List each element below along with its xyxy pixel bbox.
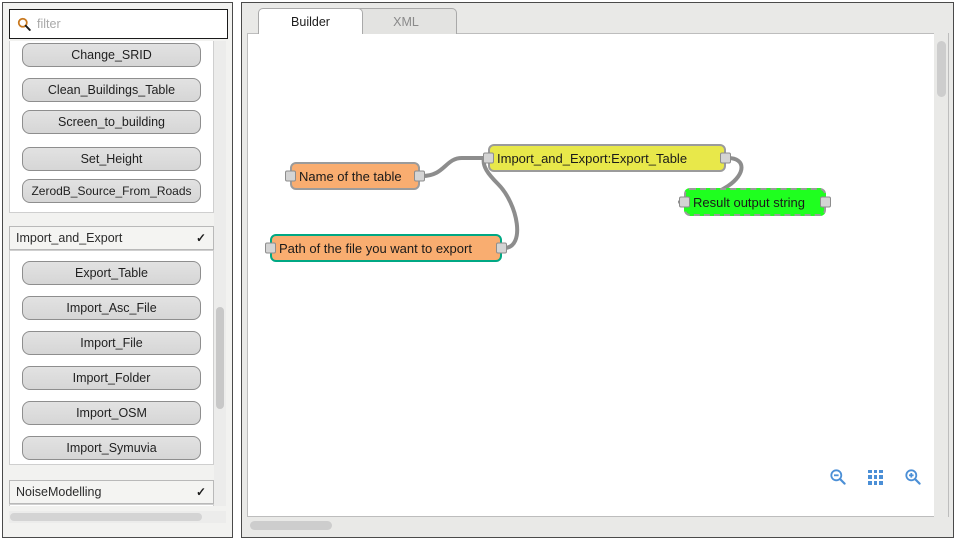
node-output-port[interactable] [496,242,507,254]
canvas-horizontal-scroll-thumb[interactable] [250,521,332,530]
wire-name-of-table-to-export [420,156,486,178]
node-result-output-string[interactable]: Result output string [679,188,831,216]
processing-groups-scroll-area[interactable]: Change_SRID Clean_Buildings_Table Screen… [9,41,228,506]
search-icon [17,17,31,31]
chevron-down-icon: ✓ [195,485,206,499]
sidebar-horizontal-scroll-thumb[interactable] [10,513,202,521]
processing-item-import-asc-file[interactable]: Import_Asc_File [22,296,201,320]
processing-item-set-height[interactable]: Set_Height [22,147,201,171]
processing-item-import-osm[interactable]: Import_OSM [22,401,201,425]
group-header-label: Import_and_Export [16,231,123,245]
sidebar-vertical-scrollbar[interactable] [214,41,226,506]
editor-tabbar: Builder XML [242,3,953,34]
group-header-label: NoiseModelling [16,485,102,499]
zoom-fit-grid-icon[interactable] [868,469,883,485]
tab-builder[interactable]: Builder [258,8,363,34]
group-header-noisemodelling[interactable]: NoiseModelling ✓ [9,480,214,504]
node-output-port[interactable] [414,170,425,182]
connection-wires [420,156,744,250]
canvas-zoom-controls [829,468,922,486]
node-input-port[interactable] [285,170,296,182]
zoom-out-icon[interactable] [829,468,847,486]
node-input-port[interactable] [679,196,690,208]
processing-item-export-table[interactable]: Export_Table [22,261,201,285]
processing-item-import-file[interactable]: Import_File [22,331,201,355]
chevron-down-icon: ✓ [195,231,206,245]
canvas-horizontal-scrollbar[interactable] [247,518,949,532]
canvas-vertical-scrollbar[interactable] [934,33,948,517]
node-name-of-the-table[interactable]: Name of the table [285,162,425,190]
node-path-of-the-file[interactable]: Path of the file you want to export [265,234,507,262]
search-input[interactable] [37,17,217,31]
node-label: Result output string [693,194,806,210]
processing-item-import-folder[interactable]: Import_Folder [22,366,201,390]
node-input-port[interactable] [483,152,494,164]
model-canvas[interactable]: Name of the table Path of the file you w… [247,33,949,517]
group-header-import-and-export[interactable]: Import_and_Export ✓ [9,226,214,250]
tab-xml[interactable]: XML [355,8,457,34]
processing-item-clean-buildings[interactable]: Clean_Buildings_Table [22,78,201,102]
node-import-and-export-export-table[interactable]: Import_and_Export:Export_Table [483,144,731,172]
filter-search-box[interactable] [9,9,228,39]
processing-toolbox-panel: Change_SRID Clean_Buildings_Table Screen… [2,2,233,538]
node-label: Import_and_Export:Export_Table [497,150,688,166]
workflow-builder-window: Change_SRID Clean_Buildings_Table Screen… [0,0,956,540]
processing-item-screen-to-building[interactable]: Screen_to_building [22,110,201,134]
processing-item-import-symuvia[interactable]: Import_Symuvia [22,436,201,460]
node-output-port[interactable] [820,196,831,208]
node-output-port[interactable] [720,152,731,164]
canvas-vertical-scroll-thumb[interactable] [937,41,946,97]
zoom-in-icon[interactable] [904,468,922,486]
processing-item-change-srid[interactable]: Change_SRID [22,43,201,67]
node-label: Path of the file you want to export [279,240,472,256]
node-label: Name of the table [299,168,402,184]
group-panel-noisemodelling [9,504,214,506]
sidebar-vertical-scroll-thumb[interactable] [216,307,224,409]
processing-item-zerodb-source[interactable]: ZerodB_Source_From_Roads [22,179,201,203]
sidebar-horizontal-scrollbar[interactable] [9,511,226,523]
model-editor-panel: Builder XML Name of the table Path of th… [241,2,954,538]
model-canvas-surface[interactable]: Name of the table Path of the file you w… [248,34,948,516]
node-input-port[interactable] [265,242,276,254]
